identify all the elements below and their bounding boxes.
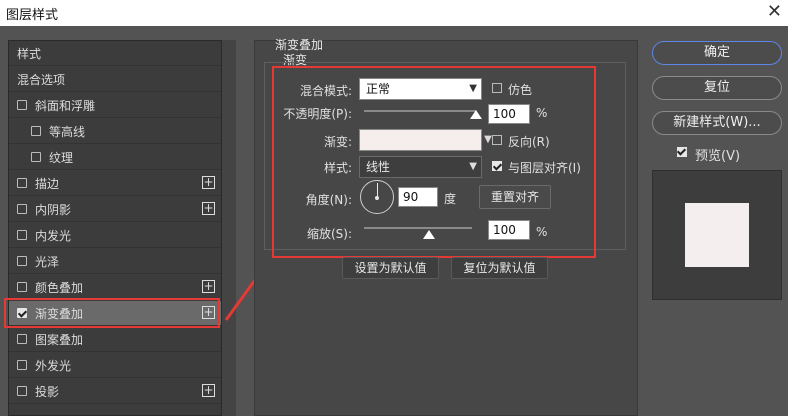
styles-list-item[interactable]: 颜色叠加 + — [9, 275, 221, 300]
align-with-layer-label: 与图层对齐(I) — [508, 161, 581, 175]
opacity-label: 不透明度(P): — [283, 107, 352, 121]
checkbox-icon[interactable] — [17, 204, 27, 214]
scale-label: 缩放(S): — [306, 227, 352, 241]
styles-list-item-label: 混合选项 — [17, 72, 66, 87]
gradient-label: 渐变: — [323, 135, 352, 149]
new-style-button[interactable]: 新建样式(W)... — [652, 111, 782, 135]
chevron-down-icon: ▼ — [469, 161, 477, 172]
styles-list-item[interactable]: 投影 + — [9, 379, 221, 404]
annotation-highlight-left — [4, 298, 220, 328]
dither-checkbox[interactable] — [492, 83, 502, 93]
styles-list-item[interactable]: 等高线 — [9, 119, 221, 144]
set-default-button[interactable]: 设置为默认值 — [342, 257, 439, 279]
preview-swatch — [685, 203, 749, 267]
reverse-checkbox[interactable] — [492, 135, 502, 145]
styles-list-item-label: 内发光 — [35, 228, 72, 243]
blend-mode-select[interactable]: 正常 ▼ — [359, 78, 482, 100]
blend-mode-label: 混合模式: — [299, 84, 352, 98]
plus-icon[interactable]: + — [202, 202, 215, 215]
checkbox-icon[interactable] — [17, 256, 27, 266]
styles-list-item[interactable]: 混合选项 — [9, 67, 221, 92]
styles-list-item[interactable]: 样式 — [9, 41, 221, 66]
scale-unit: % — [536, 225, 548, 239]
angle-input[interactable]: 90 — [398, 187, 438, 207]
preview-box — [652, 170, 782, 300]
scale-slider-thumb[interactable] — [422, 230, 435, 239]
styles-list-item[interactable]: 外发光 — [9, 353, 221, 378]
styles-list-item-label: 纹理 — [49, 150, 74, 165]
style-select[interactable]: 线性 ▼ — [359, 156, 482, 178]
align-with-layer-checkbox[interactable] — [492, 161, 502, 171]
styles-list-item[interactable]: 内发光 — [9, 223, 221, 248]
styles-list-item-label: 光泽 — [35, 254, 60, 269]
styles-list-item[interactable]: 斜面和浮雕 — [9, 93, 221, 118]
ok-button[interactable]: 确定 — [652, 41, 782, 65]
styles-list-item-label: 样式 — [17, 46, 42, 61]
checkbox-icon[interactable] — [17, 100, 27, 110]
styles-list-item-label: 描边 — [35, 176, 60, 191]
title-bar: 图层样式 ✕ — [0, 0, 788, 26]
gradient-swatch[interactable] — [359, 129, 482, 151]
styles-list-scrollbar[interactable] — [222, 40, 236, 416]
styles-list: 样式 混合选项 斜面和浮雕 等高线 纹理 描边 + 内阴影 + 内发光 光泽 颜色叠加 + 渐变叠加 + 图案… — [8, 40, 222, 416]
opacity-slider-track[interactable] — [364, 110, 476, 112]
angle-dial-icon[interactable] — [360, 180, 394, 214]
window-title: 图层样式 — [6, 8, 59, 23]
checkbox-icon[interactable] — [17, 360, 27, 370]
styles-list-item[interactable]: 纹理 — [9, 145, 221, 170]
reset-align-button[interactable]: 重置对齐 — [479, 185, 551, 209]
scale-slider-track[interactable] — [364, 227, 472, 229]
plus-icon[interactable]: + — [202, 280, 215, 293]
style-value: 线性 — [366, 160, 391, 174]
styles-list-item[interactable]: 描边 + — [9, 171, 221, 196]
styles-list-item[interactable]: 内阴影 + — [9, 197, 221, 222]
styles-list-item-label: 外发光 — [35, 358, 72, 373]
plus-icon[interactable]: + — [202, 176, 215, 189]
opacity-slider-thumb[interactable] — [470, 110, 482, 119]
angle-unit: 度 — [444, 192, 457, 206]
checkbox-icon[interactable] — [17, 282, 27, 292]
angle-center — [375, 196, 379, 200]
reset-button[interactable]: 复位 — [652, 76, 782, 100]
styles-list-item-label: 斜面和浮雕 — [35, 98, 96, 113]
preview-checkbox[interactable] — [677, 147, 687, 157]
blend-mode-value: 正常 — [366, 82, 391, 96]
reverse-label: 反向(R) — [508, 135, 550, 149]
dither-label: 仿色 — [508, 83, 533, 97]
styles-list-item[interactable]: 图案叠加 — [9, 327, 221, 352]
styles-list-item-label: 图案叠加 — [35, 332, 84, 347]
styles-list-item-label: 内阴影 — [35, 202, 72, 217]
styles-list-item-label: 颜色叠加 — [35, 280, 84, 295]
style-label: 样式: — [323, 161, 352, 175]
reset-default-button[interactable]: 复位为默认值 — [451, 257, 548, 279]
checkbox-icon[interactable] — [31, 126, 41, 136]
checkbox-icon[interactable] — [17, 178, 27, 188]
styles-list-item[interactable]: 光泽 — [9, 249, 221, 274]
checkbox-icon[interactable] — [17, 230, 27, 240]
checkbox-icon[interactable] — [31, 152, 41, 162]
styles-list-item-label: 等高线 — [49, 124, 86, 139]
scale-input[interactable]: 100 — [488, 220, 530, 240]
opacity-unit: % — [536, 106, 548, 120]
close-icon[interactable]: ✕ — [767, 1, 782, 22]
preview-label: 预览(V) — [695, 149, 741, 164]
chevron-down-icon: ▼ — [469, 83, 477, 94]
checkbox-icon[interactable] — [17, 386, 27, 396]
angle-label: 角度(N): — [305, 193, 352, 207]
checkbox-icon[interactable] — [17, 334, 27, 344]
opacity-input[interactable]: 100 — [488, 104, 530, 124]
styles-list-item-label: 投影 — [35, 384, 60, 399]
plus-icon[interactable]: + — [202, 384, 215, 397]
